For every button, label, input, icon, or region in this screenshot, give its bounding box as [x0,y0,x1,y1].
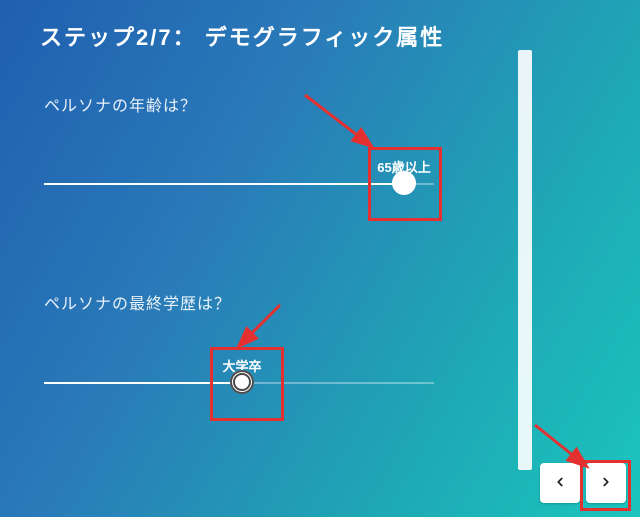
age-slider-fill [44,183,404,185]
prev-button[interactable] [540,463,580,503]
annotation-box-education-thumb [210,347,284,421]
chevron-left-icon [553,473,567,494]
step-title: ステップ2/7： デモグラフィック属性 [40,20,444,52]
annotation-box-next-button [580,460,631,511]
vertical-scrollbar[interactable] [518,50,532,470]
annotation-box-age-thumb [368,147,442,221]
question-education-label: ペルソナの最終学歴は？ [44,290,231,314]
question-age-label: ペルソナの年齢は？ [44,92,197,116]
wizard-step-panel: ステップ2/7： デモグラフィック属性 ペルソナの年齢は？ 65歳以上 ペルソナ… [0,0,640,517]
